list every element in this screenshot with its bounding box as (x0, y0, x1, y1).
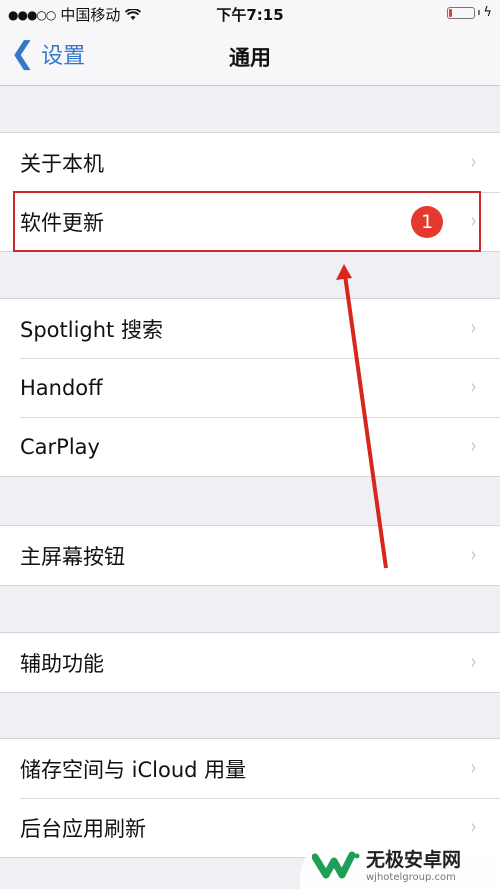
battery-icon (447, 6, 476, 19)
chevron-right-icon: › (470, 434, 477, 459)
row-label: 关于本机 (20, 151, 104, 176)
row-storage-icloud[interactable]: 储存空间与 iCloud 用量 › (0, 739, 500, 798)
watermark-url: wjhotelgroup.com (366, 871, 456, 883)
row-home-button[interactable]: 主屏幕按钮 › (0, 526, 500, 585)
chevron-right-icon: › (470, 650, 477, 675)
group-features: Spotlight 搜索 › Handoff › CarPlay › (0, 298, 500, 477)
watermark-logo-icon (312, 851, 360, 878)
chevron-right-icon: › (470, 815, 477, 840)
watermark-name: 无极安卓网 (366, 848, 462, 871)
chevron-right-icon: › (470, 543, 477, 568)
chevron-right-icon: › (470, 150, 477, 175)
chevron-left-icon: ❮ (10, 36, 36, 71)
chevron-right-icon: › (470, 375, 477, 400)
row-handoff[interactable]: Handoff › (0, 358, 500, 417)
clock: 下午7:15 (216, 6, 284, 24)
row-label: Spotlight 搜索 (20, 317, 163, 342)
back-button[interactable]: ❮ 设置 (10, 38, 85, 70)
group-about: 关于本机 › 软件更新 1 › (0, 132, 500, 252)
navigation-bar: ❮ 设置 通用 (0, 28, 500, 86)
row-accessibility[interactable]: 辅助功能 › (0, 633, 500, 692)
row-label: Handoff (20, 375, 103, 400)
row-label: 软件更新 (20, 210, 104, 235)
notification-badge: 1 (411, 205, 444, 238)
chevron-right-icon: › (470, 209, 477, 234)
watermark: 无极安卓网 wjhotelgroup.com (300, 838, 500, 889)
row-carplay[interactable]: CarPlay › (0, 417, 500, 476)
group-accessibility: 辅助功能 › (0, 632, 500, 693)
chevron-right-icon: › (470, 756, 477, 781)
row-spotlight[interactable]: Spotlight 搜索 › (0, 299, 500, 358)
charging-icon: ϟ (483, 5, 492, 20)
back-label: 设置 (41, 44, 86, 69)
row-label: CarPlay (20, 434, 100, 459)
battery-tip (478, 10, 481, 15)
chevron-right-icon: › (470, 316, 477, 341)
row-software-update[interactable]: 软件更新 1 › (0, 192, 500, 251)
row-label: 辅助功能 (20, 651, 104, 676)
row-label: 主屏幕按钮 (20, 544, 125, 569)
group-home-button: 主屏幕按钮 › (0, 525, 500, 586)
row-label: 储存空间与 iCloud 用量 (20, 757, 247, 782)
status-bar: ●●●○○ 中国移动 下午7:15 ϟ (0, 0, 500, 28)
row-about[interactable]: 关于本机 › (0, 133, 500, 192)
